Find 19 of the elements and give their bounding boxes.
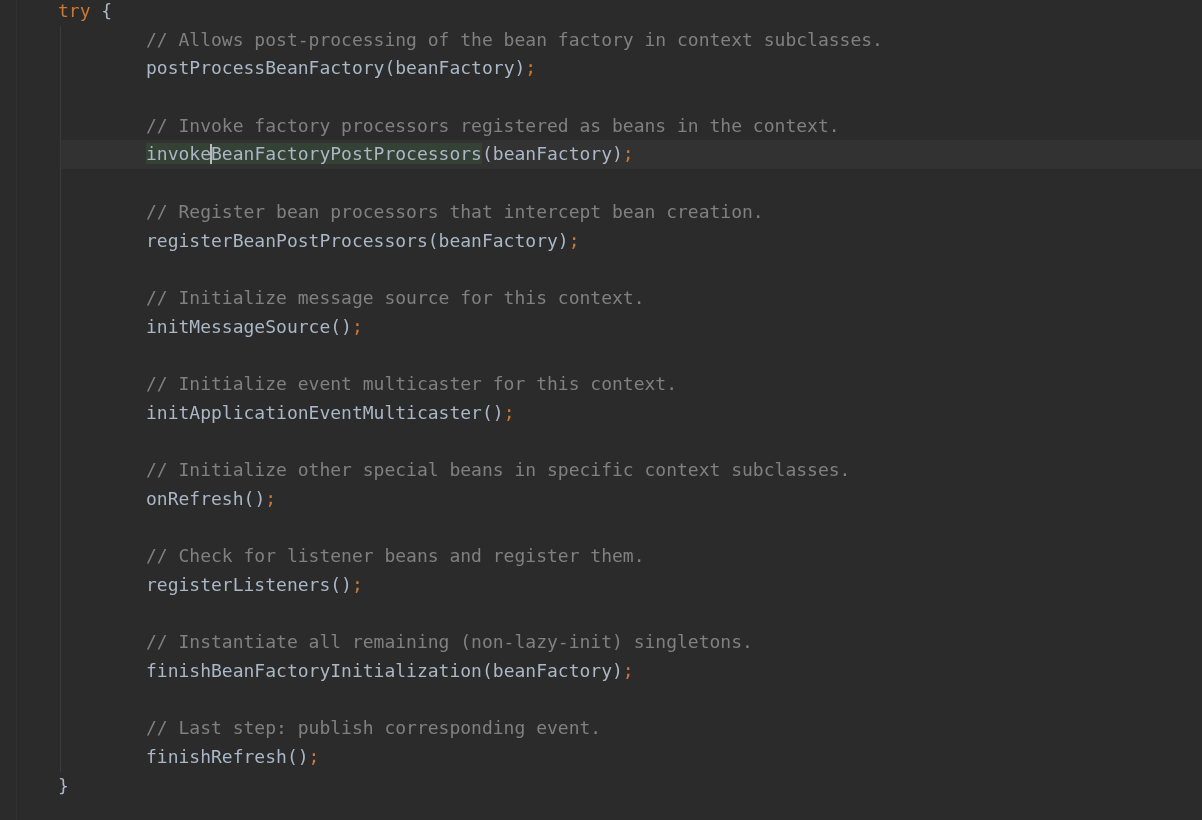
code-comment: // Last step: publish corresponding event. [145,716,603,741]
code-comment: // Allows post-processing of the bean factory in context subclasses. [145,27,884,52]
code-line: finishBeanFactoryInitialization(beanFactory); [145,658,635,683]
code-line: postProcessBeanFactory(beanFactory); [145,56,538,81]
code-line: try { [57,0,114,23]
code-line: initApplicationEventMulticaster(); [145,400,516,425]
code-comment: // Instantiate all remaining (non-lazy-init) singletons. [145,630,754,655]
code-comment: // Initialize event multicaster for this context. [145,371,678,396]
code-line: registerListeners(); [145,572,364,597]
code-comment: // Initialize message source for this context. [145,285,646,310]
code-comment: // Initialize other special beans in specific context subclasses. [145,458,852,482]
code-line: onRefresh(); [145,486,278,511]
code-comment: // Check for listener beans and register them. [145,544,646,569]
code-comment: // Register bean processors that intercept bean creation. [145,199,765,224]
code-line: finishRefresh(); [145,744,321,769]
code-line: registerBeanPostProcessors(beanFactory); [145,228,581,253]
code-line: } [57,773,70,798]
code-comment: // Invoke factory processors registered as beans in the context. [145,113,841,138]
code-line: initMessageSource(); [145,314,364,339]
